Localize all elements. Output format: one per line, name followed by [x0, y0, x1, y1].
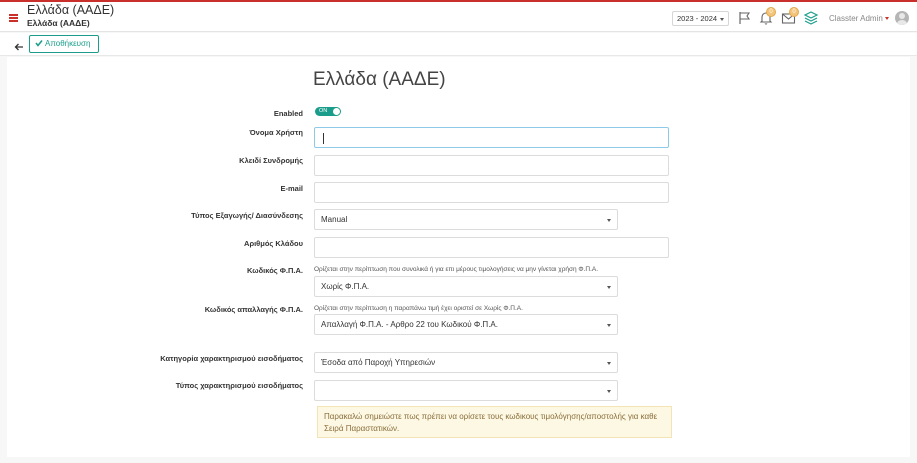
vat-exemption-value: Απαλλαγή Φ.Π.Α. - Αρθρο 22 του Κωδικού Φ…: [321, 320, 498, 329]
chevron-down-icon: [607, 286, 611, 289]
email-field[interactable]: [314, 182, 669, 203]
chevron-down-icon: [607, 362, 611, 365]
action-toolbar: Αποθήκευση: [0, 33, 917, 56]
academic-year-select[interactable]: 2023 - 2024: [672, 11, 729, 26]
username-input[interactable]: [314, 127, 669, 148]
user-menu[interactable]: Classter Admin: [829, 14, 889, 23]
export-type-value: Manual: [321, 215, 348, 224]
vat-exemption-help: Ορίζεται στην περίπτωση η παραπάνω τιμή …: [314, 305, 523, 312]
chevron-down-icon: [720, 17, 725, 21]
enabled-toggle[interactable]: ON: [315, 107, 341, 116]
alerts-badge: 0: [766, 7, 776, 17]
chevron-down-icon: [884, 17, 889, 21]
subscription-key-label: Κλειδί Συνδρομής: [239, 156, 303, 165]
enabled-label: Enabled: [273, 109, 303, 118]
vat-exemption-label: Κωδικός απαλλαγής Φ.Π.Α.: [204, 305, 303, 314]
user-name: Classter Admin: [829, 14, 883, 23]
email-label: E-mail: [280, 184, 303, 193]
chevron-down-icon: [607, 390, 611, 393]
income-category-value: Έσοδα από Παροχή Υπηρεσιών: [321, 358, 436, 367]
page-title: Ελλάδα (ΑΑΔΕ): [313, 69, 446, 90]
export-type-label: Τύπος Εξαγωγής/ Διασύνδεσης: [191, 211, 303, 220]
toggle-knob: [333, 108, 340, 115]
arrow-left-icon[interactable]: [14, 39, 24, 51]
text-cursor: [323, 133, 324, 144]
check-icon: [35, 37, 43, 47]
subscription-key-input[interactable]: [314, 155, 669, 176]
avatar[interactable]: [895, 11, 909, 25]
warning-notice: Παρακαλώ σημειώστε πως πρέπει να ορίσετε…: [317, 406, 672, 438]
income-type-select[interactable]: [314, 380, 618, 401]
save-button-label: Αποθήκευση: [45, 39, 91, 48]
envelope-icon[interactable]: 0: [781, 7, 799, 26]
vat-code-value: Χωρίς Φ.Π.Α.: [321, 282, 370, 291]
income-category-select[interactable]: Έσοδα από Παροχή Υπηρεσιών: [314, 352, 618, 373]
vat-code-label: Κωδικός Φ.Π.Α.: [247, 266, 303, 275]
academic-year-value: 2023 - 2024: [677, 14, 718, 23]
flag-icon[interactable]: [737, 10, 753, 26]
branch-number-input[interactable]: [314, 237, 669, 258]
save-button[interactable]: Αποθήκευση: [29, 35, 99, 53]
layers-icon[interactable]: [803, 10, 819, 26]
bell-icon[interactable]: 0: [758, 7, 776, 26]
income-type-label: Τύπος χαρακτηρισμού εισοδήματος: [175, 381, 303, 390]
vat-code-help: Ορίζεται στην περίπτωση που συνολικά ή γ…: [314, 266, 599, 273]
vat-exemption-select[interactable]: Απαλλαγή Φ.Π.Α. - Αρθρο 22 του Κωδικού Φ…: [314, 314, 618, 335]
branch-number-label: Αριθμός Κλάδου: [244, 239, 303, 248]
page-header-title: Ελλάδα (ΑΑΔΕ): [27, 3, 115, 17]
page-header-subtitle: Ελλάδα (ΑΑΔΕ): [27, 18, 90, 28]
top-bar: Ελλάδα (ΑΑΔΕ) Ελλάδα (ΑΑΔΕ) 2023 - 2024 …: [0, 0, 917, 32]
messages-badge: 0: [789, 7, 799, 17]
enabled-toggle-text: ON: [319, 108, 328, 114]
export-type-select[interactable]: Manual: [314, 209, 618, 230]
income-category-label: Κατηγορία χαρακτηρισμού εισοδήματος: [160, 354, 303, 363]
vat-code-select[interactable]: Χωρίς Φ.Π.Α.: [314, 276, 618, 297]
hamburger-icon[interactable]: [9, 14, 18, 22]
username-label: Όνομα Χρήστη: [249, 128, 303, 137]
chevron-down-icon: [607, 219, 611, 222]
chevron-down-icon: [607, 324, 611, 327]
